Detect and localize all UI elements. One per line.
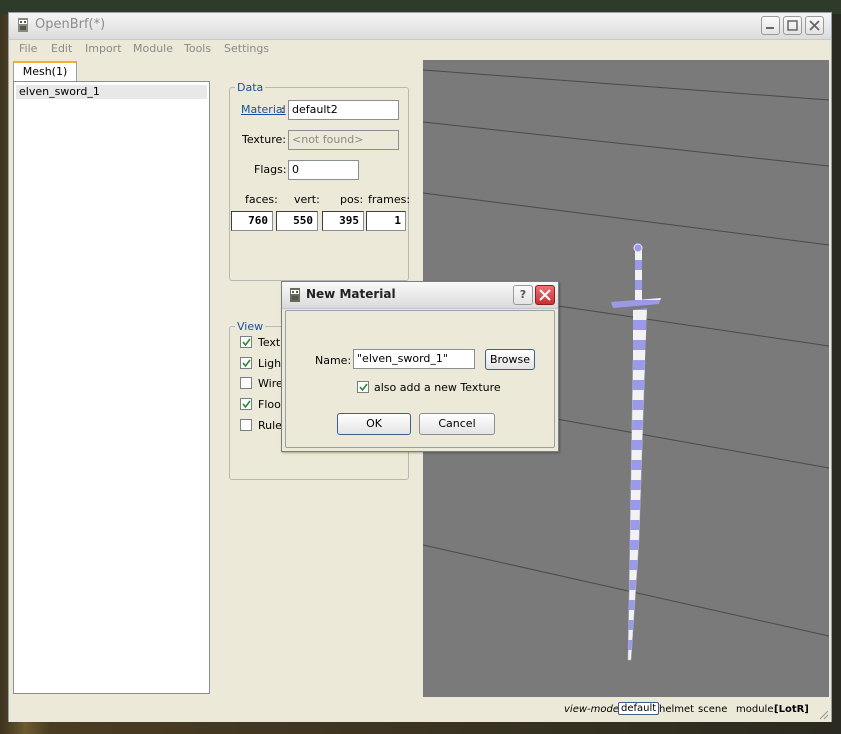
- new-material-dialog: New Material ? Name: "elven_sword_1" Bro…: [281, 281, 559, 452]
- close-icon: [809, 20, 820, 31]
- menu-tools[interactable]: Tools: [184, 42, 211, 55]
- menu-bar: File Edit Import Module Tools Settings: [9, 40, 831, 60]
- help-icon: ?: [519, 288, 527, 301]
- texture-field: <not found>: [288, 130, 399, 150]
- pos-label: pos:: [340, 193, 364, 206]
- list-item[interactable]: elven_sword_1: [16, 85, 207, 99]
- check-icon: [359, 383, 368, 392]
- title-bar[interactable]: OpenBrf(*): [9, 13, 831, 40]
- material-colon: :: [281, 103, 285, 116]
- window-title: OpenBrf(*): [35, 17, 106, 32]
- maximize-button[interactable]: [783, 16, 802, 35]
- material-link[interactable]: Material: [241, 103, 286, 116]
- view-texture-checkbox[interactable]: [240, 336, 252, 348]
- sword-model: [611, 243, 661, 661]
- vert-readout: 550: [276, 211, 318, 231]
- view-mode-default[interactable]: default: [618, 702, 660, 715]
- module-value: [LotR]: [774, 704, 809, 715]
- material-field[interactable]: default2: [288, 100, 399, 120]
- check-icon: [242, 400, 251, 409]
- check-icon: [242, 338, 251, 347]
- vert-label: vert:: [294, 193, 320, 206]
- menu-import[interactable]: Import: [85, 42, 122, 55]
- name-input[interactable]: "elven_sword_1": [353, 349, 475, 369]
- app-icon: [290, 288, 300, 302]
- minimize-icon: [766, 27, 774, 29]
- view-mode-helmet[interactable]: helmet: [659, 704, 694, 715]
- texture-label: Texture:: [242, 133, 286, 146]
- view-floor-checkbox[interactable]: [240, 398, 252, 410]
- menu-settings[interactable]: Settings: [224, 42, 269, 55]
- menu-file[interactable]: File: [19, 42, 37, 55]
- browse-button[interactable]: Browse: [485, 349, 535, 370]
- ok-button[interactable]: OK: [337, 413, 411, 435]
- cancel-button[interactable]: Cancel: [419, 413, 495, 435]
- dialog-title: New Material: [306, 287, 396, 301]
- menu-edit[interactable]: Edit: [51, 42, 72, 55]
- view-group-title: View: [235, 320, 266, 333]
- maximize-icon: [787, 20, 798, 31]
- menu-module[interactable]: Module: [133, 42, 173, 55]
- pos-readout: 395: [322, 211, 364, 231]
- view-mode-label: view-mode:: [564, 704, 623, 715]
- close-icon: [539, 289, 551, 301]
- frames-label: frames:: [368, 193, 411, 206]
- help-button[interactable]: ?: [513, 285, 533, 305]
- flags-label: Flags:: [254, 163, 287, 176]
- add-texture-checkbox[interactable]: [357, 381, 369, 393]
- data-group-title: Data: [235, 81, 266, 94]
- name-label: Name:: [315, 354, 352, 367]
- view-wire-checkbox[interactable]: [240, 377, 252, 389]
- view-ruler-checkbox[interactable]: [240, 419, 252, 431]
- module-label: module:: [736, 704, 777, 715]
- close-button[interactable]: [805, 16, 824, 35]
- dialog-close-button[interactable]: [535, 285, 555, 305]
- minimize-button[interactable]: [761, 16, 780, 35]
- tab-mesh[interactable]: Mesh(1): [13, 61, 77, 81]
- app-icon: [18, 18, 28, 32]
- view-mode-scene[interactable]: scene: [698, 704, 727, 715]
- check-icon: [242, 359, 251, 368]
- frames-readout: 1: [366, 211, 406, 231]
- flags-field[interactable]: 0: [288, 160, 359, 180]
- view-wire-label: Wire: [258, 377, 283, 390]
- mesh-list[interactable]: elven_sword_1: [13, 81, 210, 694]
- view-light-checkbox[interactable]: [240, 357, 252, 369]
- dialog-title-bar[interactable]: New Material ?: [282, 282, 558, 309]
- add-texture-label: also add a new Texture: [374, 381, 501, 394]
- status-bar: view-mode: default helmet scene module: …: [9, 698, 831, 722]
- faces-readout: 760: [231, 211, 273, 231]
- faces-label: faces:: [245, 193, 278, 206]
- size-grip-icon[interactable]: [819, 710, 829, 720]
